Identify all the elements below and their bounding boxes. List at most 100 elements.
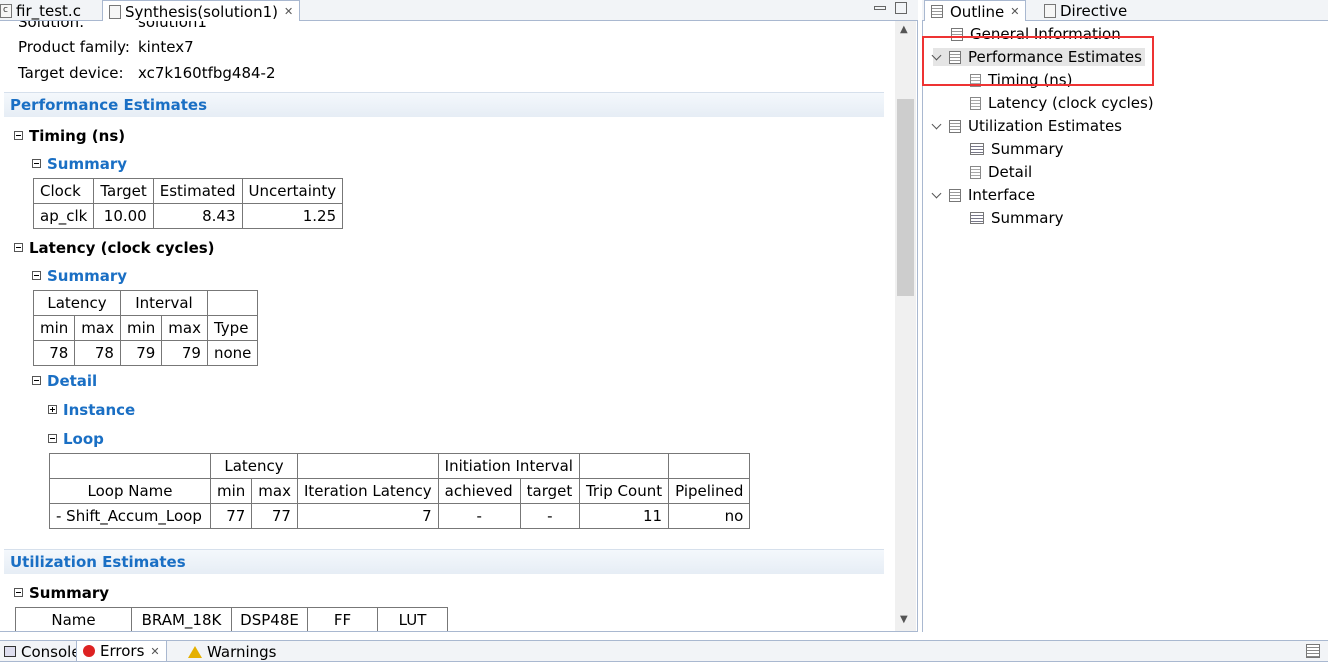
tab-label: fir_test.c	[16, 1, 81, 20]
view-menu-icon[interactable]	[1306, 644, 1320, 658]
scroll-down-icon[interactable]: ▼	[900, 614, 908, 625]
chevron-down-icon[interactable]	[931, 188, 942, 198]
table-header: max	[251, 478, 298, 504]
table-cell: 7	[296, 503, 439, 529]
collapse-icon[interactable]	[32, 376, 41, 385]
section-utilization: Utilization Estimates	[4, 549, 884, 574]
bottom-tab-bar: Console Errors ✕ Warnings	[0, 640, 1328, 662]
collapse-icon[interactable]	[14, 131, 23, 140]
table-header-row: Clock Target Estimated Uncertainty	[32, 178, 344, 204]
minimize-icon[interactable]	[874, 6, 886, 10]
close-icon[interactable]: ✕	[284, 5, 293, 18]
report-file-icon	[109, 4, 121, 19]
tab-label: Console	[21, 642, 81, 661]
tab-fir-test[interactable]: fir_test.c	[0, 0, 87, 21]
outline-item-util-summary[interactable]: Summary	[970, 140, 1064, 158]
table-cell: 10.00	[93, 203, 154, 229]
chevron-down-icon[interactable]	[931, 119, 942, 129]
outline-label: Detail	[988, 163, 1033, 181]
solution-value: solution1	[138, 21, 207, 31]
table-header: Uncertainty	[241, 178, 344, 204]
outline-label: Summary	[991, 209, 1064, 227]
tab-directive[interactable]: Directive	[1038, 0, 1133, 21]
table-cell: 77	[251, 503, 298, 529]
outline-item-interface[interactable]: Interface	[931, 186, 1035, 204]
loop-heading[interactable]: Loop	[48, 430, 104, 448]
instance-heading[interactable]: Instance	[48, 401, 135, 419]
close-icon[interactable]: ✕	[150, 645, 159, 658]
table-header: achieved	[437, 478, 521, 504]
device-row: Target device: xc7k160tfbg484-2	[18, 64, 318, 82]
maximize-icon[interactable]	[895, 2, 907, 14]
family-value: kintex7	[138, 38, 194, 56]
table-header: Interval	[119, 290, 208, 316]
latency-heading[interactable]: Latency (clock cycles)	[14, 239, 215, 257]
table-header: BRAM_18K	[131, 607, 232, 631]
outline-item-interface-summary[interactable]: Summary	[970, 209, 1064, 227]
table-cell: 79	[119, 340, 163, 366]
tab-errors[interactable]: Errors ✕	[76, 641, 167, 662]
table-header: Name	[15, 607, 132, 631]
device-label: Target device:	[18, 64, 124, 82]
detail-heading[interactable]: Detail	[32, 372, 97, 390]
vertical-scrollbar[interactable]: ▲ ▼	[895, 21, 916, 631]
tab-label: Directive	[1060, 1, 1128, 20]
error-icon	[83, 645, 95, 657]
table-cell: - Shift_Accum_Loop	[49, 503, 211, 529]
table-cell: 77	[209, 503, 253, 529]
device-value: xc7k160tfbg484-2	[138, 64, 276, 82]
close-icon[interactable]: ✕	[1010, 5, 1019, 18]
tab-outline[interactable]: Outline ✕	[924, 0, 1027, 22]
tab-label: Outline	[950, 2, 1005, 21]
highlight-box	[922, 36, 1154, 86]
table-header: LUT	[377, 607, 448, 631]
section-title: Utilization Estimates	[10, 553, 186, 571]
scroll-up-icon[interactable]: ▲	[900, 24, 908, 35]
outline-item-utilization[interactable]: Utilization Estimates	[931, 117, 1122, 135]
tab-label: Errors	[100, 642, 145, 660]
timing-summary-heading[interactable]: Summary	[32, 155, 127, 173]
editor-tab-bar: fir_test.c Synthesis(solution1) ✕	[0, 0, 918, 22]
latency-summary-heading[interactable]: Summary	[32, 267, 127, 285]
table-header-row: Loop Name min max Iteration Latency achi…	[49, 478, 751, 504]
section-icon	[949, 119, 961, 133]
collapse-icon[interactable]	[32, 159, 41, 168]
family-label: Product family:	[18, 38, 130, 56]
collapse-icon[interactable]	[32, 271, 41, 280]
latency-title: Latency (clock cycles)	[29, 239, 215, 257]
table-header	[578, 453, 670, 479]
table-header: Type	[206, 315, 259, 341]
timing-heading[interactable]: Timing (ns)	[14, 127, 125, 145]
collapse-icon[interactable]	[14, 588, 23, 597]
tab-warnings[interactable]: Warnings	[182, 641, 283, 662]
table-header: min	[209, 478, 253, 504]
table-header: Target	[93, 178, 154, 204]
table-header: min	[32, 315, 76, 341]
section-title: Performance Estimates	[10, 96, 208, 114]
tab-synthesis[interactable]: Synthesis(solution1) ✕	[102, 0, 301, 22]
table-header: Iteration Latency	[296, 478, 439, 504]
outline-item-util-detail[interactable]: Detail	[970, 163, 1032, 181]
scrollbar-thumb[interactable]	[897, 99, 914, 296]
table-header: Trip Count	[578, 478, 670, 504]
outline-label: Summary	[991, 140, 1064, 158]
table-cell: none	[206, 340, 259, 366]
outline-icon	[931, 5, 943, 18]
table-icon	[970, 212, 984, 224]
section-performance: Performance Estimates	[4, 92, 884, 117]
outline-item-latency[interactable]: Latency (clock cycles)	[970, 94, 1154, 112]
tab-label: Warnings	[207, 642, 277, 661]
collapse-icon[interactable]	[14, 243, 23, 252]
table-header: Pipelined	[668, 478, 751, 504]
table-cell: 8.43	[152, 203, 243, 229]
expand-icon[interactable]	[48, 405, 57, 414]
table-icon	[970, 143, 984, 155]
table-header: target	[519, 478, 580, 504]
util-summary-heading[interactable]: Summary	[14, 584, 109, 602]
table-header: Clock	[32, 178, 95, 204]
tab-console[interactable]: Console	[0, 641, 87, 662]
collapse-icon[interactable]	[48, 434, 57, 443]
tab-label: Synthesis(solution1)	[125, 2, 278, 21]
table-header: DSP48E	[231, 607, 308, 631]
table-header: Estimated	[152, 178, 243, 204]
